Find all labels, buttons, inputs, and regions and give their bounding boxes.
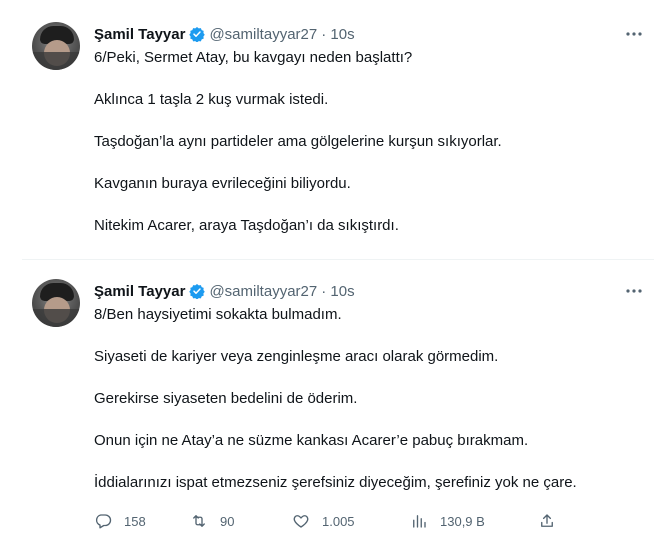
author-handle[interactable]: @samiltayyar27	[209, 26, 317, 43]
reply-count: 158	[124, 513, 146, 529]
retweet-icon	[193, 515, 205, 527]
tweet-line: Aklınca 1 taşla 2 kuş vurmak istedi.	[94, 91, 329, 108]
tweet-header: Şamil Tayyar @samiltayyar27 · 10s	[94, 24, 355, 44]
tweet-time[interactable]: · 10s	[321, 26, 354, 43]
tweet-text: 8/Ben haysiyetimi sokakta bulmadım. Siya…	[94, 305, 644, 515]
like-button[interactable]: 1.005	[292, 511, 355, 531]
tweet-line: 8/Ben haysiyetimi sokakta bulmadım.	[94, 306, 342, 323]
tweet[interactable]: Şamil Tayyar @samiltayyar27 · 10s 6/Peki…	[22, 8, 654, 260]
author-handle[interactable]: @samiltayyar27	[209, 283, 317, 300]
views-icon	[413, 515, 426, 528]
tweet[interactable]: Şamil Tayyar @samiltayyar27 · 10s 8/Ben …	[22, 265, 654, 545]
verified-badge-icon	[189, 284, 206, 299]
reply-button[interactable]: 158	[94, 511, 146, 531]
avatar[interactable]	[32, 22, 80, 70]
retweet-button[interactable]: 90	[190, 511, 234, 531]
views-count: 130,9 B	[440, 513, 485, 529]
views-button[interactable]: 130,9 B	[410, 511, 485, 531]
avatar[interactable]	[32, 279, 80, 327]
reply-icon	[95, 514, 112, 529]
tweet-header: Şamil Tayyar @samiltayyar27 · 10s	[94, 281, 355, 301]
author-name[interactable]: Şamil Tayyar	[94, 283, 185, 300]
like-count: 1.005	[322, 513, 355, 529]
tweet-line: Kavganın buraya evrileceğini biliyordu.	[94, 175, 351, 192]
tweet-actions: 158 90 1.005 130,9 B	[94, 511, 574, 531]
more-icon[interactable]	[624, 281, 644, 301]
tweet-line: Onun için ne Atay’a ne süzme kankası Aca…	[94, 432, 529, 449]
author-name[interactable]: Şamil Tayyar	[94, 26, 185, 43]
tweet-line: Taşdoğan’la aynı partideler ama gölgeler…	[94, 133, 502, 150]
tweet-line: Siyaseti de kariyer veya zenginleşme ara…	[94, 348, 499, 365]
tweet-line: Gerekirse siyaseten bedelini de öderim.	[94, 390, 358, 407]
share-icon	[541, 514, 553, 527]
tweet-text: 6/Peki, Sermet Atay, bu kavgayı neden ba…	[94, 48, 644, 258]
tweet-line: 6/Peki, Sermet Atay, bu kavgayı neden ba…	[94, 49, 413, 66]
more-icon[interactable]	[624, 24, 644, 44]
verified-badge-icon	[189, 27, 206, 42]
share-button[interactable]	[538, 511, 556, 531]
like-icon	[293, 515, 309, 528]
tweet-line: Nitekim Acarer, araya Taşdoğan’ı da sıkı…	[94, 217, 399, 234]
tweet-line: İddialarınızı ispat etmezseniz şerefsini…	[94, 474, 577, 491]
retweet-count: 90	[220, 513, 235, 529]
tweet-time[interactable]: · 10s	[321, 283, 354, 300]
